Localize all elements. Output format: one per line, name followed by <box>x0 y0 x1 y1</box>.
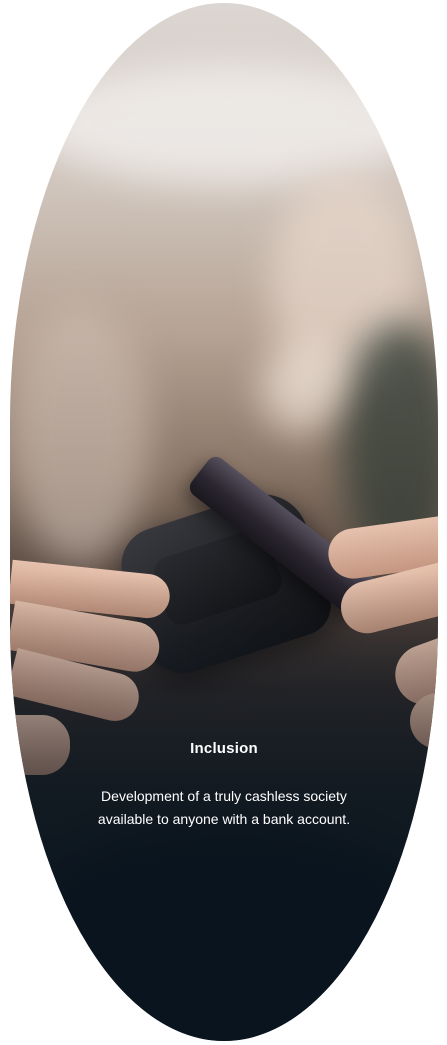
contactless-payment-photo <box>10 3 438 1041</box>
dark-overlay <box>10 3 438 1041</box>
card-description: Development of a truly cashless society … <box>97 788 351 827</box>
card-title: Inclusion <box>190 740 258 757</box>
card-caption: Inclusion Development of a truly cashles… <box>10 740 438 831</box>
feature-card: Inclusion Development of a truly cashles… <box>0 0 447 1045</box>
